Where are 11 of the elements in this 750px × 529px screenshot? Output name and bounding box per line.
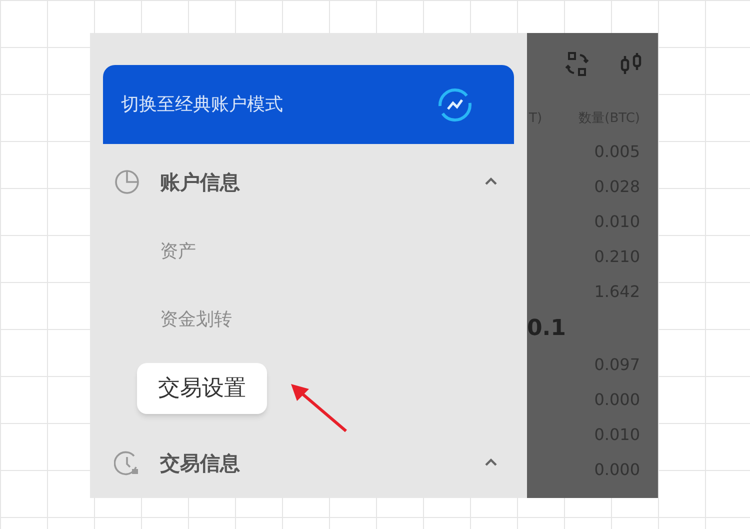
swap-icon[interactable] xyxy=(564,51,590,77)
switch-icon xyxy=(436,86,474,124)
section-title[interactable]: 账户信息 xyxy=(160,166,240,197)
clock-icon xyxy=(114,450,140,476)
annotation-arrow xyxy=(289,381,349,433)
section-title[interactable]: 交易信息 xyxy=(160,448,240,478)
pie-chart-icon xyxy=(114,168,140,195)
last-price: 0.1 xyxy=(527,315,566,343)
switch-mode-banner[interactable]: 切换至经典账户模式 xyxy=(103,65,514,144)
candlestick-icon[interactable] xyxy=(618,51,644,77)
menu-item[interactable]: 交易设置 xyxy=(137,362,267,414)
